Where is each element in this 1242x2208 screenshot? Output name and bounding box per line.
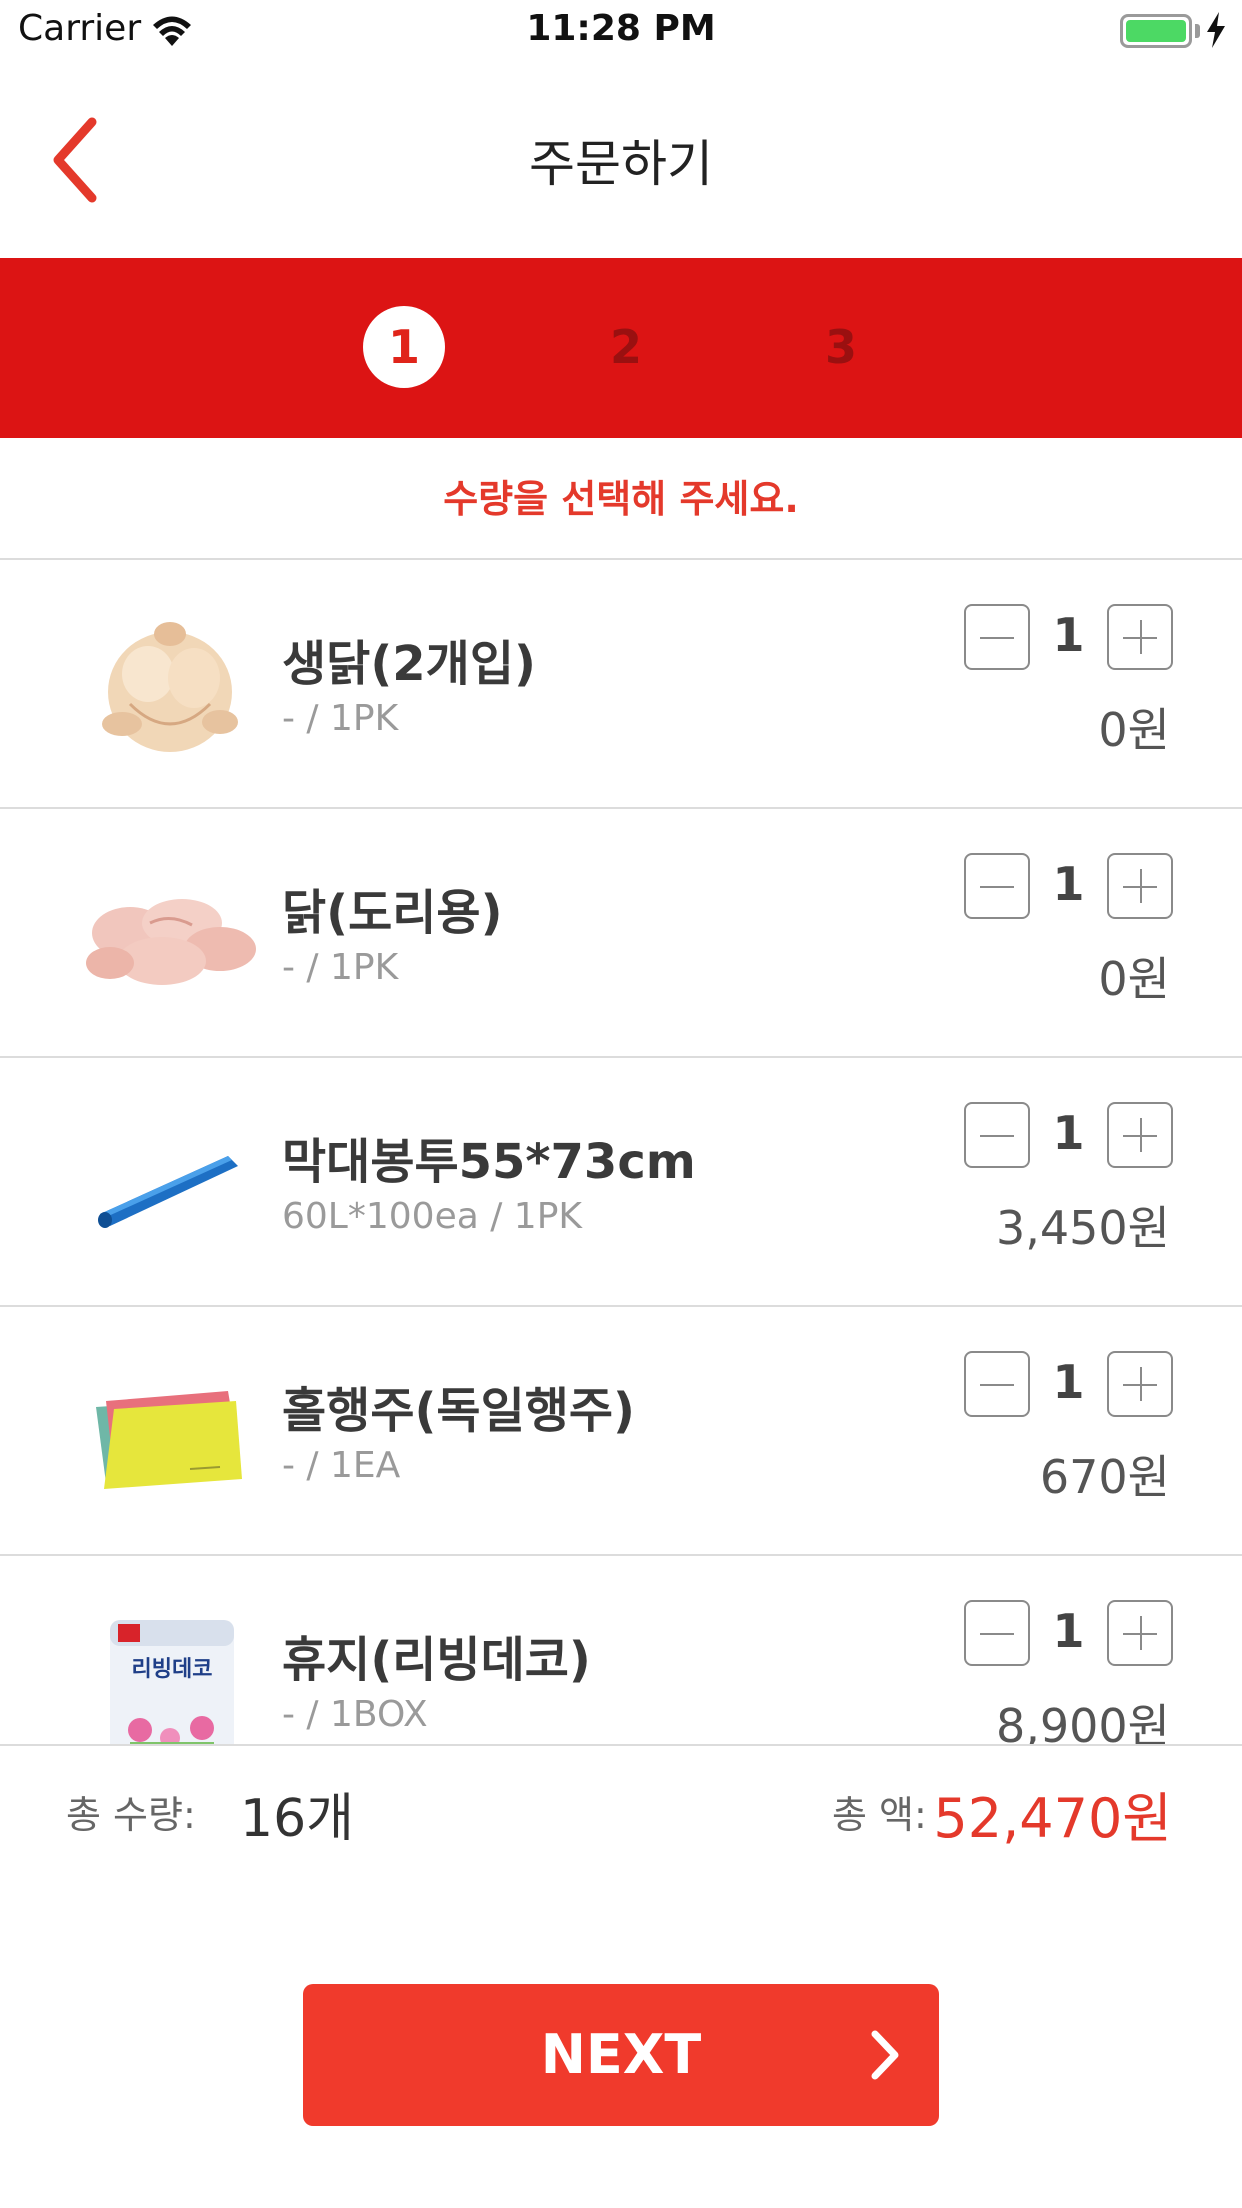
chevron-right-icon [871,2030,899,2080]
item-name: 생닭(2개입) [282,636,536,692]
item-price: 0원 [1098,703,1170,757]
quantity-value: 1 [1052,1106,1085,1160]
item-price: 3,450원 [995,1201,1170,1255]
item-name: 막대봉투55*73cm [282,1134,696,1190]
item-price: 670원 [1039,1450,1170,1504]
whole-chicken-image [102,622,238,752]
item-spec: - / 1PK [282,698,399,739]
item-spec: - / 1PK [282,947,399,988]
package-brand-text: 리빙데코 [132,1657,213,1682]
increase-quantity-button[interactable] [1107,1102,1173,1168]
dish-cloths-image [96,1391,242,1489]
charging-bolt-icon [1207,12,1225,48]
instruction-rest: 을 선택해 주세요. [513,477,799,521]
increase-quantity-button[interactable] [1107,1600,1173,1666]
chicken-pieces-image [86,899,256,985]
step-3: 3 [824,320,857,374]
battery-icon [1120,14,1192,48]
total-quantity-label: 총 수량: [66,1793,196,1837]
list-item: 홀행주(독일행주) - / 1EA 1 670원 [0,1307,1242,1556]
increase-quantity-button[interactable] [1107,853,1173,919]
next-button-label: NEXT [540,2023,702,2086]
decrease-quantity-button[interactable] [964,1600,1030,1666]
total-amount-label: 총 액: [832,1793,927,1837]
page-title: 주문하기 [529,135,713,193]
list-item: 생닭(2개입) - / 1PK 1 0원 [0,560,1242,809]
total-amount-value: 52,470원 [933,1787,1172,1850]
item-spec: - / 1BOX [282,1694,428,1735]
blue-bag-roll-image [98,1156,238,1228]
instruction-highlight: 수량 [443,477,514,521]
quantity-value: 1 [1052,1355,1085,1409]
step-2: 2 [609,320,642,374]
list-item: 닭(도리용) - / 1PK 1 0원 [0,809,1242,1058]
list-item: 막대봉투55*73cm 60L*100ea / 1PK 1 3,450원 [0,1058,1242,1307]
list-item: 리빙데코 휴지(리빙데코) - / 1BOX 1 8,900원 [0,1556,1242,1744]
item-price: 8,900원 [995,1699,1170,1744]
decrease-quantity-button[interactable] [964,1351,1030,1417]
quantity-value: 1 [1052,857,1085,911]
item-spec: - / 1EA [282,1445,401,1486]
step-indicator: 1 2 3 [0,258,1242,438]
toilet-paper-pack-image: 리빙데코 [110,1620,234,1744]
quantity-value: 1 [1052,608,1085,662]
decrease-quantity-button[interactable] [964,853,1030,919]
clock: 11:28 PM [526,8,716,49]
next-button[interactable]: NEXT [303,1984,939,2126]
quantity-value: 1 [1052,1604,1085,1658]
battery-tip [1195,24,1200,38]
increase-quantity-button[interactable] [1107,604,1173,670]
decrease-quantity-button[interactable] [964,1102,1030,1168]
item-spec: 60L*100ea / 1PK [282,1196,583,1237]
increase-quantity-button[interactable] [1107,1351,1173,1417]
instruction-text: 수량을 선택해 주세요. [0,438,1242,560]
total-quantity-value: 16개 [240,1789,355,1849]
item-name: 홀행주(독일행주) [282,1383,635,1439]
item-price: 0원 [1098,952,1170,1006]
status-bar: Carrier 11:28 PM [0,0,1242,62]
order-item-list[interactable]: 생닭(2개입) - / 1PK 1 0원 닭(도리용) - / 1PK 1 0원… [0,560,1242,1744]
item-name: 휴지(리빙데코) [282,1632,591,1688]
decrease-quantity-button[interactable] [964,604,1030,670]
nav-bar: 주문하기 [0,62,1242,258]
step-1-active: 1 [363,306,445,388]
item-name: 닭(도리용) [282,885,503,941]
order-summary: 총 수량: 16개 총 액: 52,470원 [0,1744,1242,1874]
